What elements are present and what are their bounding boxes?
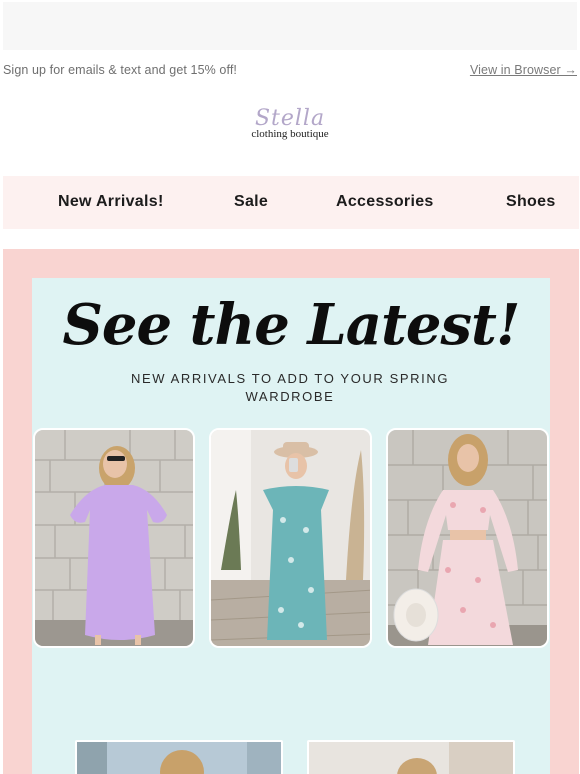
- lilac-dress-image: [35, 430, 193, 646]
- product-photo-floral-set[interactable]: [386, 428, 549, 648]
- brand-logo[interactable]: Stella clothing boutique: [230, 106, 350, 150]
- row2-left-image: [77, 742, 281, 774]
- product-photo-row2-left[interactable]: [75, 740, 283, 774]
- view-in-browser-link[interactable]: View in Browser →: [470, 63, 577, 77]
- floral-jumpsuit-image: [211, 430, 370, 646]
- logo-subtitle: clothing boutique: [251, 128, 329, 140]
- main-navigation: New Arrivals! Sale Accessories Shoes: [3, 176, 579, 229]
- product-photo-floral-jumpsuit[interactable]: [209, 428, 372, 648]
- hero-subheadline: NEW ARRIVALS TO ADD TO YOUR SPRING WARDR…: [130, 371, 450, 404]
- row2-right-image: [309, 742, 513, 774]
- preheader-bar: Sign up for emails & text and get 15% of…: [3, 63, 579, 79]
- nav-item-accessories[interactable]: Accessories: [336, 193, 434, 211]
- hero-headline: See the Latest!: [62, 292, 520, 358]
- signup-promo-text: Sign up for emails & text and get 15% of…: [3, 63, 237, 77]
- floral-set-image: [388, 430, 547, 646]
- product-photo-lilac-dress[interactable]: [33, 428, 195, 648]
- nav-item-shoes[interactable]: Shoes: [506, 193, 556, 211]
- header-banner-placeholder: [3, 2, 577, 50]
- nav-item-new-arrivals[interactable]: New Arrivals!: [58, 193, 164, 211]
- nav-item-sale[interactable]: Sale: [234, 193, 268, 211]
- product-photo-row2-right[interactable]: [307, 740, 515, 774]
